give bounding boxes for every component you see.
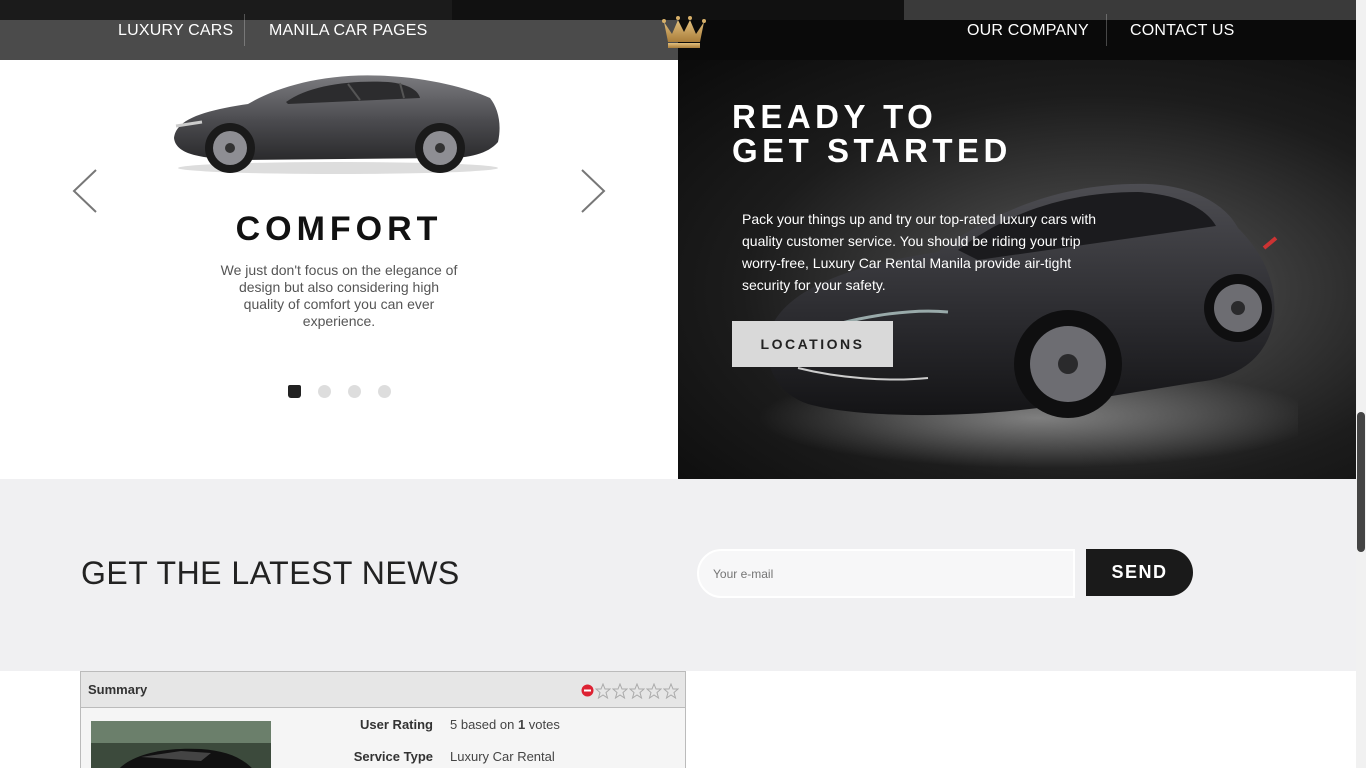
chevron-right-icon[interactable] <box>578 168 608 214</box>
star-icon[interactable] <box>629 683 645 699</box>
newsletter-title: GET THE LATEST NEWS <box>81 555 460 591</box>
newsletter-section: GET THE LATEST NEWS SEND <box>0 479 1356 671</box>
sports-car-image <box>174 75 500 174</box>
summary-title: Summary <box>88 682 148 697</box>
main-nav: LUXURY CARS MANILA CAR PAGES OUR COMPANY… <box>0 0 1356 60</box>
slider-dot-3[interactable] <box>348 385 361 398</box>
user-rating-prefix: 5 based on <box>450 717 518 732</box>
promo-title: READY TO GET STARTED <box>732 100 1012 168</box>
promo-description: Pack your things up and try our top-rate… <box>742 211 1097 293</box>
service-type-label: Service Type <box>353 749 433 764</box>
slider-dot-4[interactable] <box>378 385 391 398</box>
nav-link-luxury-cars[interactable]: LUXURY CARS <box>118 20 233 60</box>
email-input[interactable] <box>697 549 1075 598</box>
send-button[interactable]: SEND <box>1086 549 1193 596</box>
page: LUXURY CARS MANILA CAR PAGES OUR COMPANY… <box>0 0 1366 768</box>
scrollbar-thumb[interactable] <box>1357 412 1365 552</box>
remove-rating-icon[interactable] <box>581 684 594 697</box>
user-rating-label: User Rating <box>360 717 433 732</box>
crown-icon[interactable] <box>660 12 708 50</box>
rating-stars <box>581 683 679 699</box>
nav-link-manila-car-pages[interactable]: MANILA CAR PAGES <box>269 20 428 60</box>
summary-car-thumbnail <box>91 721 271 768</box>
nav-separator <box>1106 14 1107 46</box>
promo-title-line-1: READY TO <box>732 98 938 135</box>
user-rating-suffix: votes <box>525 717 560 732</box>
nav-link-contact-us[interactable]: CONTACT US <box>1130 20 1235 60</box>
star-icon[interactable] <box>595 683 611 699</box>
summary-header: Summary <box>81 672 685 708</box>
user-rating-value: 5 based on 1 votes <box>450 717 560 732</box>
star-icon[interactable] <box>646 683 662 699</box>
star-icon[interactable] <box>612 683 628 699</box>
nav-separator <box>244 14 245 46</box>
get-started-promo: READY TO GET STARTED Pack your things up… <box>678 60 1356 479</box>
page-scrollbar[interactable] <box>1356 0 1366 768</box>
slider-dot-1[interactable] <box>288 385 301 398</box>
summary-box: Summary User Rating 5 based on 1 votes S… <box>80 671 686 768</box>
service-type-value: Luxury Car Rental <box>450 749 555 764</box>
slider-dot-2[interactable] <box>318 385 331 398</box>
promo-title-line-2: GET STARTED <box>732 132 1012 169</box>
locations-button[interactable]: LOCATIONS <box>732 321 893 367</box>
star-icon[interactable] <box>663 683 679 699</box>
slide-description: We just don't focus on the elegance of d… <box>220 262 458 329</box>
features-slider: COMFORT We just don't focus on the elega… <box>0 60 678 479</box>
chevron-left-icon[interactable] <box>70 168 100 214</box>
slide-title: COMFORT <box>235 210 443 248</box>
nav-link-our-company[interactable]: OUR COMPANY <box>967 20 1089 60</box>
